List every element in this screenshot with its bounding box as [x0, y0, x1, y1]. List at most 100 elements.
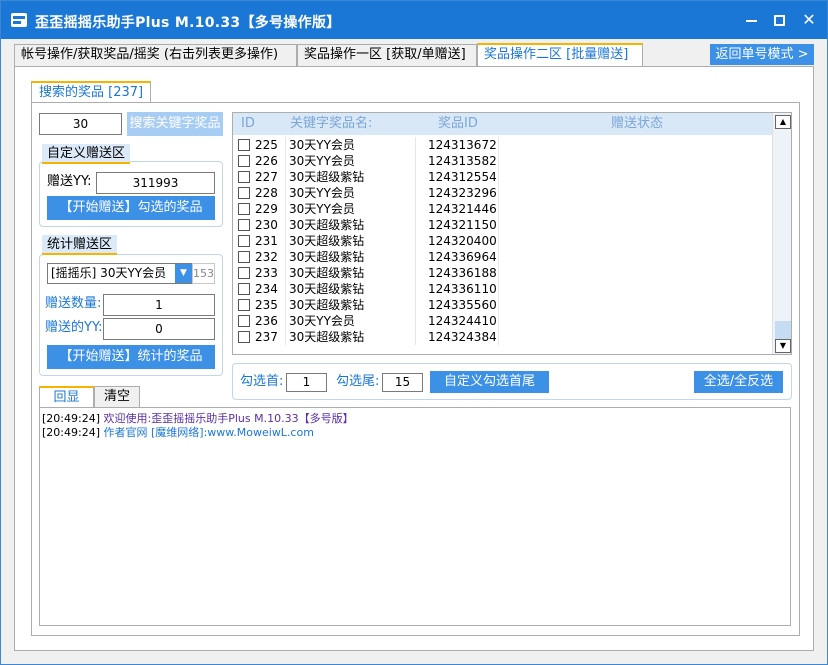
row-id: 237: [255, 330, 278, 344]
row-prize-id: 124336964: [428, 250, 497, 264]
col-divider: [285, 201, 286, 217]
search-keyword-button[interactable]: 搜索关键字奖品: [127, 112, 223, 136]
row-prize-id: 124313582: [428, 154, 497, 168]
row-prize-id: 124321150: [428, 218, 497, 232]
row-checkbox[interactable]: [238, 235, 250, 247]
select-last-input[interactable]: 15: [382, 373, 423, 392]
start-gift-stat-button[interactable]: 【开始赠送】统计的奖品: [47, 345, 215, 369]
keyword-input[interactable]: 30: [39, 113, 122, 135]
row-checkbox[interactable]: [238, 171, 250, 183]
minimize-icon: [745, 19, 757, 22]
col-header-name[interactable]: 关键字奖品名:: [290, 113, 372, 135]
tab-log-clear[interactable]: 清空: [94, 386, 140, 408]
col-divider: [415, 153, 416, 169]
gift-yy-input[interactable]: 311993: [96, 172, 215, 194]
row-prize-name: 30天YY会员: [289, 202, 355, 216]
list-header: ID 关键字奖品名: 奖品ID 赠送状态: [233, 113, 772, 135]
row-checkbox[interactable]: [238, 187, 250, 199]
table-row[interactable]: 234 30天超级紫钻 124336110: [233, 281, 772, 297]
col-divider: [498, 313, 499, 329]
tab-account-ops[interactable]: 帐号操作/获取奖品/摇奖 (右击列表更多操作): [14, 44, 297, 66]
scroll-down-icon[interactable]: ▼: [775, 339, 791, 353]
row-checkbox[interactable]: [238, 251, 250, 263]
table-row[interactable]: 237 30天超级紫钻 124324384: [233, 329, 772, 345]
row-checkbox[interactable]: [238, 219, 250, 231]
row-checkbox[interactable]: [238, 283, 250, 295]
app-icon: [11, 13, 27, 27]
tab-prize-area-1[interactable]: 奖品操作一区 [获取/单赠送]: [297, 44, 477, 66]
col-header-id[interactable]: ID: [241, 113, 255, 135]
tab-search-results[interactable]: 搜索的奖品 [237]: [31, 81, 152, 103]
row-id: 235: [255, 298, 278, 312]
row-checkbox[interactable]: [238, 203, 250, 215]
table-row[interactable]: 232 30天超级紫钻 124336964: [233, 249, 772, 265]
col-divider: [415, 185, 416, 201]
row-checkbox[interactable]: [238, 155, 250, 167]
col-header-status[interactable]: 赠送状态: [611, 113, 663, 135]
maximize-button[interactable]: [767, 9, 791, 31]
close-icon: ✕: [802, 10, 816, 29]
chevron-down-icon[interactable]: ▼: [175, 264, 192, 283]
window-title: 歪歪摇摇乐助手Plus M.10.33【多号操作版】: [35, 15, 341, 31]
col-divider: [415, 233, 416, 249]
row-checkbox[interactable]: [238, 267, 250, 279]
row-prize-name: 30天YY会员: [289, 186, 355, 200]
row-id: 226: [255, 154, 278, 168]
col-divider: [498, 217, 499, 233]
row-checkbox[interactable]: [238, 139, 250, 151]
close-button[interactable]: ✕: [797, 9, 821, 31]
col-divider: [415, 249, 416, 265]
table-row[interactable]: 230 30天超级紫钻 124321150: [233, 217, 772, 233]
gift-qty-input[interactable]: 1: [103, 294, 215, 316]
table-row[interactable]: 228 30天YY会员 124323296: [233, 185, 772, 201]
row-checkbox[interactable]: [238, 315, 250, 327]
select-all-toggle-button[interactable]: 全选/全反选: [694, 371, 783, 393]
table-row[interactable]: 233 30天超级紫钻 124336188: [233, 265, 772, 281]
custom-select-range-button[interactable]: 自定义勾选首尾: [430, 371, 549, 393]
table-row[interactable]: 227 30天超级紫钻 124312554: [233, 169, 772, 185]
row-prize-name: 30天超级紫钻: [289, 234, 365, 248]
return-single-mode-button[interactable]: 返回单号模式 >: [710, 44, 814, 65]
row-prize-id: 124313672: [428, 138, 497, 152]
col-divider: [285, 249, 286, 265]
maximize-icon: [773, 15, 785, 26]
row-checkbox[interactable]: [238, 331, 250, 343]
title-bar[interactable]: 歪歪摇摇乐助手Plus M.10.33【多号操作版】 ✕: [1, 1, 827, 39]
col-header-prize-id[interactable]: 奖品ID: [438, 113, 478, 135]
gift-target-yy-label: 赠送的YY:: [45, 320, 103, 335]
col-divider: [498, 329, 499, 345]
table-row[interactable]: 236 30天YY会员 124324410: [233, 313, 772, 329]
row-checkbox[interactable]: [238, 299, 250, 311]
select-first-input[interactable]: 1: [286, 373, 327, 392]
row-prize-name: 30天超级紫钻: [289, 298, 365, 312]
start-gift-checked-button[interactable]: 【开始赠送】勾选的奖品: [47, 196, 215, 220]
scroll-up-icon[interactable]: ▲: [775, 115, 791, 129]
minimize-button[interactable]: [739, 9, 763, 31]
row-prize-name: 30天超级紫钻: [289, 282, 365, 296]
table-row[interactable]: 226 30天YY会员 124313582: [233, 153, 772, 169]
table-row[interactable]: 235 30天超级紫钻 124335560: [233, 297, 772, 313]
row-id: 231: [255, 234, 278, 248]
col-divider: [285, 297, 286, 313]
col-divider: [415, 281, 416, 297]
list-scrollbar[interactable]: ▲ ▼: [772, 113, 791, 354]
row-id: 230: [255, 218, 278, 232]
table-row[interactable]: 225 30天YY会员 124313672: [233, 137, 772, 153]
log-output[interactable]: [20:49:24] 欢迎使用:歪歪摇摇乐助手Plus M.10.33【多号版】…: [39, 407, 791, 626]
table-row[interactable]: 231 30天超级紫钻 124320400: [233, 233, 772, 249]
log-line: [20:49:24] 欢迎使用:歪歪摇摇乐助手Plus M.10.33【多号版】: [42, 412, 788, 426]
gift-target-yy-input[interactable]: 0: [103, 318, 215, 340]
gift-qty-label: 赠送数量:: [45, 296, 102, 311]
prize-count: 153: [192, 263, 215, 284]
prize-list[interactable]: ID 关键字奖品名: 奖品ID 赠送状态 225 30天YY会员 124313672…: [232, 112, 792, 355]
table-row[interactable]: 229 30天YY会员 124321446: [233, 201, 772, 217]
row-id: 227: [255, 170, 278, 184]
tab-prize-area-2[interactable]: 奖品操作二区 [批量赠送]: [477, 43, 643, 66]
scroll-thumb[interactable]: [775, 321, 791, 339]
row-id: 236: [255, 314, 278, 328]
prize-type-select[interactable]: [摇摇乐] 30天YY会员: [47, 263, 192, 284]
tab-log-echo[interactable]: 回显: [39, 386, 94, 408]
custom-gift-title: 自定义赠送区: [42, 144, 131, 164]
col-divider: [285, 185, 286, 201]
col-divider: [415, 169, 416, 185]
